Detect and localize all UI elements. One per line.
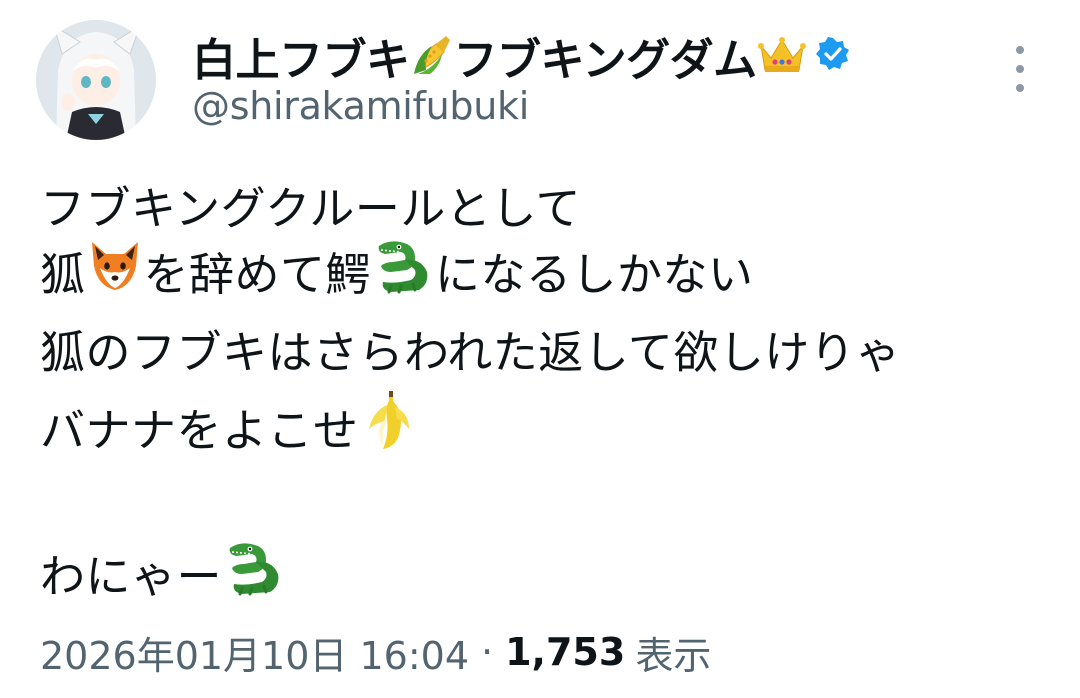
crocodile-emoji (222, 538, 286, 607)
tweet-text-line: 狐 を辞めて鰐 になるしかない (40, 238, 754, 302)
author-handle[interactable]: @shirakamifubuki (192, 84, 529, 128)
crocodile-emoji (371, 236, 435, 305)
views-count: 1,753 (505, 630, 626, 674)
display-name-part2: フブキングダム (453, 35, 758, 86)
avatar-image (36, 20, 156, 140)
tweet-text-line: わにゃー (40, 540, 286, 604)
corn-emoji (410, 32, 454, 80)
tweet-text-line: フブキングクルールとして (40, 172, 581, 236)
tweet-card: 白上フブキ フブキングダム @shirakamifubuki フブキングクルール… (0, 0, 1080, 698)
banana-emoji (359, 389, 413, 464)
meta-separator: · (481, 630, 494, 674)
tweet-text-segment: 狐 (40, 247, 86, 301)
avatar[interactable] (36, 20, 156, 140)
crown-emoji (757, 32, 807, 80)
tweet-text-line: 狐のフブキはさらわれた返して欲しけりゃ (40, 316, 901, 380)
fox-emoji (86, 236, 144, 305)
tweet-text-segment: わにゃー (40, 549, 223, 603)
tweet-text-segment: 狐のフブキはさらわれた返して欲しけりゃ (40, 325, 901, 379)
tweet-meta: 2026年01月10日 16:04 · 1,753 表示 (40, 626, 711, 678)
tweet-text-segment: を辞めて鰐 (143, 247, 372, 301)
tweet-text-segment: になるしかない (435, 247, 754, 301)
tweet-text-segment: フブキングクルールとして (40, 181, 582, 235)
tweet-timestamp[interactable]: 2026年01月10日 16:04 (40, 625, 469, 680)
more-vertical-icon[interactable] (1000, 46, 1040, 92)
verified-badge-icon[interactable] (815, 36, 851, 76)
display-name-part1: 白上フブキ (192, 35, 410, 86)
views-label: 表示 (635, 633, 712, 678)
tweet-text-segment: バナナをよこせ (40, 403, 359, 457)
tweet-text-line: バナナをよこせ (40, 390, 413, 458)
author-name-row[interactable]: 白上フブキ フブキングダム (192, 28, 851, 86)
